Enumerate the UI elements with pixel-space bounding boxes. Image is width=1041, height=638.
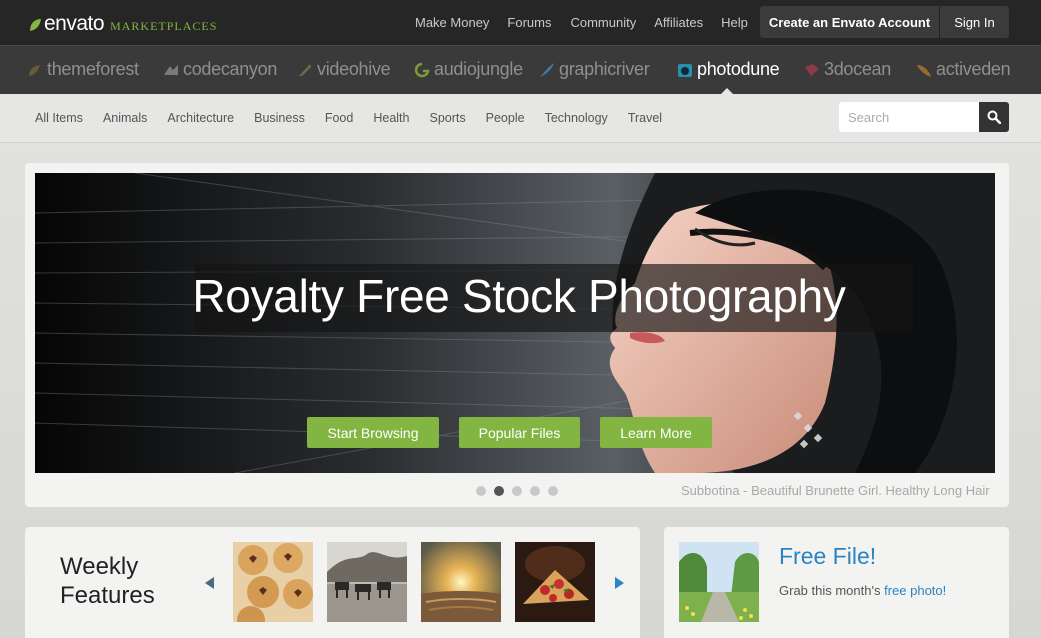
- weekly-next-arrow[interactable]: [615, 577, 624, 589]
- slide-dot-5[interactable]: [548, 486, 558, 496]
- envato-logo[interactable]: envato MARKETPLACES: [28, 12, 217, 36]
- nav-help[interactable]: Help: [721, 15, 748, 30]
- category-architecture[interactable]: Architecture: [167, 111, 234, 125]
- marketplace-label: photodune: [697, 59, 780, 79]
- marketplace-3docean[interactable]: 3docean: [803, 59, 891, 80]
- category-business[interactable]: Business: [254, 111, 305, 125]
- marketplace-activeden[interactable]: activeden: [915, 59, 1011, 80]
- search-icon: [987, 110, 1001, 124]
- sunset-image: [421, 542, 501, 622]
- slide-dot-2[interactable]: [494, 486, 504, 496]
- category-animals[interactable]: Animals: [103, 111, 147, 125]
- free-photo-link[interactable]: free photo!: [884, 583, 946, 598]
- category-travel[interactable]: Travel: [628, 111, 662, 125]
- weekly-features-title: Weekly Features: [60, 552, 180, 610]
- free-file-title[interactable]: Free File!: [779, 543, 876, 570]
- hero-caption[interactable]: Subbotina - Beautiful Brunette Girl. Hea…: [681, 483, 990, 498]
- marketplace-audiojungle[interactable]: audiojungle: [413, 59, 523, 80]
- free-file-text-prefix: Grab this month's: [779, 583, 885, 598]
- hero-title: Royalty Free Stock Photography: [192, 270, 846, 322]
- cookies-image: [233, 542, 313, 622]
- weekly-thumb-pizza[interactable]: [515, 542, 595, 622]
- nav-make-money[interactable]: Make Money: [415, 15, 489, 30]
- weekly-prev-arrow[interactable]: [205, 577, 214, 589]
- marketplace-label: 3docean: [824, 59, 891, 79]
- learn-more-button[interactable]: Learn More: [600, 417, 712, 448]
- themeforest-icon: [29, 64, 40, 76]
- marketplace-label: themeforest: [47, 59, 139, 79]
- marketplace-graphicriver[interactable]: graphicriver: [538, 59, 650, 80]
- marketplace-label: activeden: [936, 59, 1011, 79]
- nav-affiliates[interactable]: Affiliates: [654, 15, 703, 30]
- weekly-thumb-sunset[interactable]: [421, 542, 501, 622]
- search-button[interactable]: [979, 102, 1009, 132]
- category-health[interactable]: Health: [373, 111, 409, 125]
- category-all-items[interactable]: All Items: [35, 111, 83, 125]
- marketplace-label: audiojungle: [434, 59, 523, 79]
- pizza-image: [515, 542, 595, 622]
- audiojungle-icon: [414, 62, 430, 77]
- sign-in-button[interactable]: Sign In: [940, 6, 1009, 38]
- category-people[interactable]: People: [486, 111, 525, 125]
- graphicriver-icon: [540, 62, 554, 77]
- marketplace-label: codecanyon: [183, 59, 278, 79]
- search-input[interactable]: [839, 102, 979, 132]
- garden-path-image: [679, 542, 759, 622]
- nav-forums[interactable]: Forums: [507, 15, 551, 30]
- marketplace-videohive[interactable]: videohive: [296, 59, 391, 80]
- free-file-text: Grab this month's free photo!: [779, 583, 946, 598]
- weekly-thumb-horses[interactable]: [327, 542, 407, 622]
- weekly-title-line2: Features: [60, 582, 155, 609]
- marketplace-themeforest[interactable]: themeforest: [26, 59, 139, 80]
- hero-slide[interactable]: Royalty Free Stock Photography Start Bro…: [35, 173, 995, 473]
- category-food[interactable]: Food: [325, 111, 354, 125]
- videohive-icon: [299, 63, 311, 76]
- slide-dot-1[interactable]: [476, 486, 486, 496]
- slide-dots: [476, 486, 566, 496]
- start-browsing-button[interactable]: Start Browsing: [307, 417, 439, 448]
- marketplace-label: graphicriver: [559, 59, 650, 79]
- marketplace-photodune[interactable]: photodune: [676, 59, 780, 80]
- category-sports[interactable]: Sports: [429, 111, 465, 125]
- weekly-thumb-cookies[interactable]: [233, 542, 313, 622]
- marketplace-label: videohive: [317, 59, 391, 79]
- category-nav: All Items Animals Architecture Business …: [35, 111, 682, 125]
- 3docean-icon: [805, 63, 819, 76]
- top-bar: envato MARKETPLACES Make Money Forums Co…: [0, 0, 1041, 45]
- free-file-thumb[interactable]: [679, 542, 759, 622]
- category-technology[interactable]: Technology: [545, 111, 608, 125]
- weekly-title-line1: Weekly: [60, 553, 139, 580]
- top-nav: Make Money Forums Community Affiliates H…: [415, 15, 766, 30]
- slide-dot-4[interactable]: [530, 486, 540, 496]
- slide-dot-3[interactable]: [512, 486, 522, 496]
- create-account-button[interactable]: Create an Envato Account: [760, 6, 940, 38]
- account-buttons: Create an Envato Account Sign In: [760, 6, 1009, 38]
- logo-wordmark: envato: [44, 12, 105, 35]
- activeden-icon: [917, 64, 931, 77]
- photodune-icon: [678, 63, 692, 77]
- logo-subtitle: MARKETPLACES: [110, 19, 218, 33]
- codecanyon-icon: [164, 64, 178, 75]
- nav-community[interactable]: Community: [570, 15, 636, 30]
- popular-files-button[interactable]: Popular Files: [459, 417, 580, 448]
- leaf-icon: [30, 19, 41, 31]
- horses-image: [327, 542, 407, 622]
- marketplace-codecanyon[interactable]: codecanyon: [162, 59, 277, 80]
